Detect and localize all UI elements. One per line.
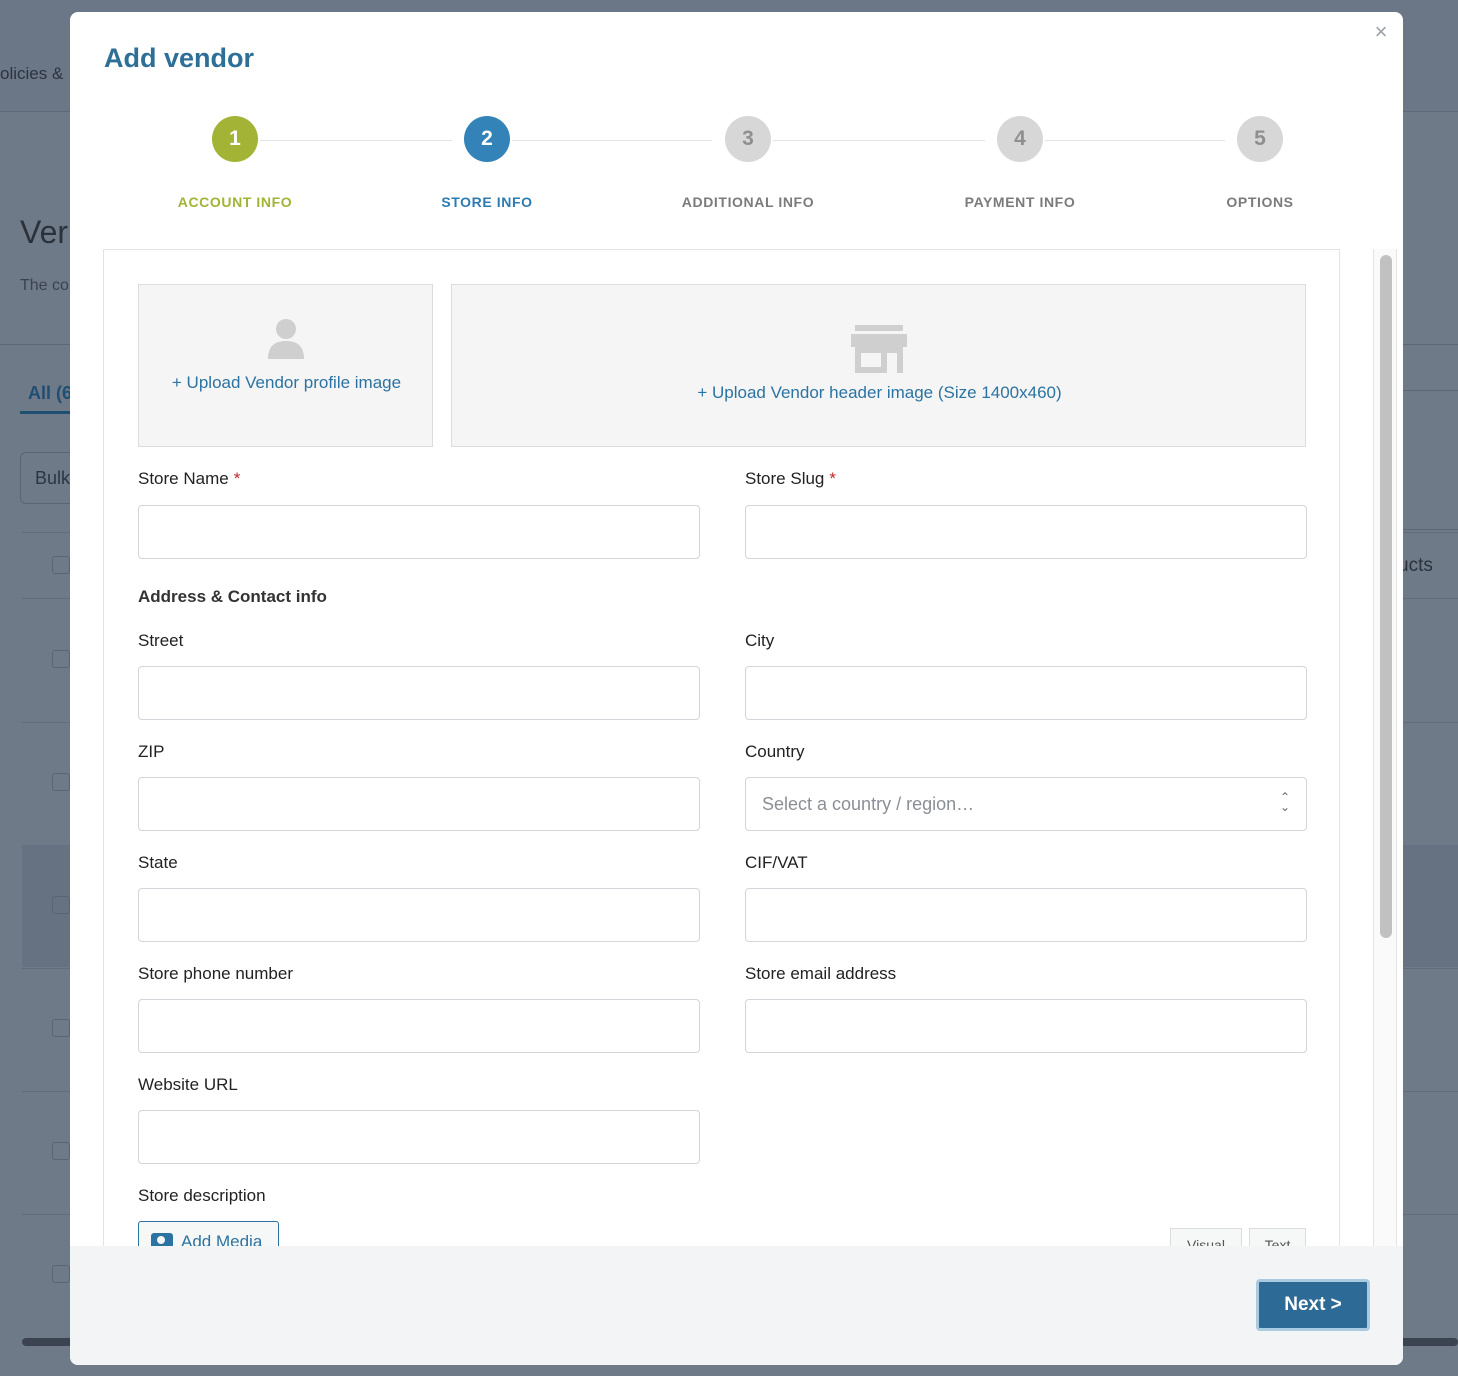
step-options[interactable]: 5 OPTIONS xyxy=(1160,116,1360,210)
step-store-info[interactable]: 2 STORE INFO xyxy=(387,116,587,210)
store-phone-label: Store phone number xyxy=(138,964,293,983)
upload-header-image[interactable]: + Upload Vendor header image (Size 1400x… xyxy=(451,284,1306,447)
store-email-input[interactable] xyxy=(745,999,1307,1053)
background-checkbox xyxy=(52,1019,70,1037)
city-input[interactable] xyxy=(745,666,1307,720)
store-name-label-text: Store Name xyxy=(138,469,229,488)
store-email-label: Store email address xyxy=(745,964,897,983)
background-checkbox xyxy=(52,650,70,668)
step-label: ADDITIONAL INFO xyxy=(681,194,815,210)
add-vendor-modal: × Add vendor 1 ACCOUNT INFO 2 STORE INFO… xyxy=(70,12,1403,1365)
store-info-form: + Upload Vendor profile image + Upload V… xyxy=(103,249,1340,1259)
modal-title: Add vendor xyxy=(104,43,255,73)
background-column-header: ucts xyxy=(1398,555,1433,576)
background-checkbox xyxy=(52,1265,70,1283)
wizard-stepper: 1 ACCOUNT INFO 2 STORE INFO 3 ADDITIONAL… xyxy=(70,116,1403,226)
country-label: Country xyxy=(745,742,805,761)
close-icon[interactable]: × xyxy=(1371,21,1391,43)
country-select[interactable]: Select a country / region… ⌃ ⌄ xyxy=(745,777,1307,831)
background-bulk-text: Bulk xyxy=(35,468,71,488)
store-slug-input[interactable] xyxy=(745,505,1307,559)
step-number: 5 xyxy=(1237,116,1283,162)
website-url-input[interactable] xyxy=(138,1110,700,1164)
step-payment-info[interactable]: 4 PAYMENT INFO xyxy=(920,116,1120,210)
upload-profile-label: + Upload Vendor profile image xyxy=(171,373,402,392)
next-button[interactable]: Next > xyxy=(1256,1279,1370,1331)
store-description-label: Store description xyxy=(138,1186,266,1205)
user-avatar-icon xyxy=(268,319,304,359)
modal-footer: Next > xyxy=(70,1246,1403,1365)
background-checkbox xyxy=(52,896,70,914)
step-label: ACCOUNT INFO xyxy=(177,194,293,210)
background-right-panel xyxy=(1403,390,1458,530)
step-number: 3 xyxy=(725,116,771,162)
zip-input[interactable] xyxy=(138,777,700,831)
store-name-label: Store Name * xyxy=(138,469,240,489)
zip-label: ZIP xyxy=(138,742,165,761)
step-label: PAYMENT INFO xyxy=(964,194,1076,210)
street-input[interactable] xyxy=(138,666,700,720)
background-checkbox xyxy=(52,773,70,791)
step-number: 2 xyxy=(464,116,510,162)
state-input[interactable] xyxy=(138,888,700,942)
background-description: The co xyxy=(20,277,69,294)
background-heading: Ver xyxy=(20,214,69,250)
address-section-label: Address & Contact info xyxy=(138,587,327,606)
background-tab-all: All (6 xyxy=(28,383,73,403)
step-number: 4 xyxy=(997,116,1043,162)
upload-profile-image[interactable]: + Upload Vendor profile image xyxy=(138,284,433,447)
store-name-input[interactable] xyxy=(138,505,700,559)
background-checkbox xyxy=(52,556,70,574)
step-additional-info[interactable]: 3 ADDITIONAL INFO xyxy=(648,116,848,210)
step-number: 1 xyxy=(212,116,258,162)
city-label: City xyxy=(745,631,775,650)
cifvat-input[interactable] xyxy=(745,888,1307,942)
store-phone-input[interactable] xyxy=(138,999,700,1053)
chevron-updown-icon: ⌃ ⌄ xyxy=(1279,790,1290,814)
background-tab-underline xyxy=(20,411,70,414)
required-mark: * xyxy=(233,469,241,488)
background-checkbox xyxy=(52,1142,70,1160)
step-account-info[interactable]: 1 ACCOUNT INFO xyxy=(135,116,335,210)
step-label: STORE INFO xyxy=(441,194,533,210)
country-select-placeholder: Select a country / region… xyxy=(762,794,975,814)
form-scrollbar-thumb[interactable] xyxy=(1380,255,1392,938)
store-slug-label: Store Slug * xyxy=(745,469,836,489)
street-label: Street xyxy=(138,631,184,650)
cifvat-label: CIF/VAT xyxy=(745,853,808,872)
upload-header-label: + Upload Vendor header image (Size 1400x… xyxy=(697,383,1062,402)
state-label: State xyxy=(138,853,178,872)
background-nav-text: olicies & xyxy=(0,64,64,83)
store-slug-label-text: Store Slug xyxy=(745,469,825,488)
store-icon xyxy=(851,325,907,373)
website-url-label: Website URL xyxy=(138,1075,238,1094)
required-mark: * xyxy=(829,469,837,488)
form-scrollbar[interactable] xyxy=(1373,249,1397,1259)
step-label: OPTIONS xyxy=(1226,194,1294,210)
